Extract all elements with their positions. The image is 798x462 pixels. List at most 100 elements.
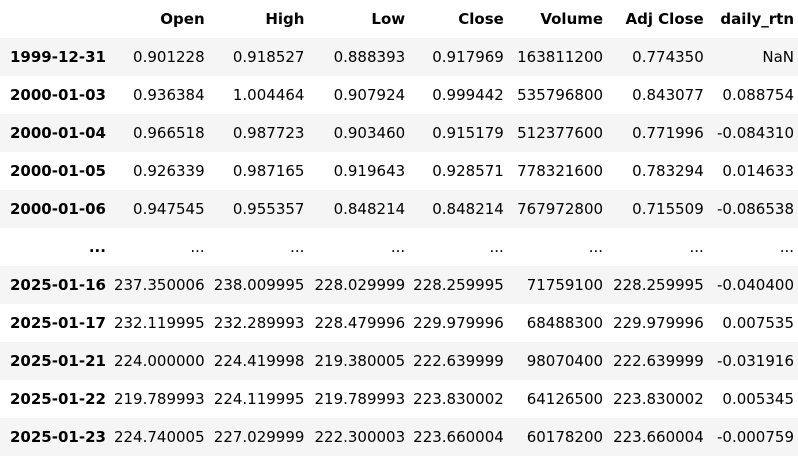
column-header-open: Open — [160, 10, 205, 28]
row-index: 2025-01-17 — [10, 314, 106, 332]
column-header-low: Low — [371, 10, 406, 28]
cell-adj-close: 0.771996 — [632, 124, 704, 142]
cell-volume: 98070400 — [526, 352, 604, 370]
cell-low: 222.300003 — [314, 428, 406, 446]
index-header — [0, 0, 110, 38]
cell-volume: 778321600 — [517, 162, 604, 180]
cell-high: 1.004464 — [232, 86, 305, 104]
cell-open: 0.901228 — [133, 48, 205, 66]
column-header-close: Close — [458, 10, 504, 28]
cell-close: 222.639999 — [413, 352, 504, 370]
cell-close: 0.999442 — [432, 86, 504, 104]
table-row: 2025-01-22 219.789993 224.119995 219.789… — [0, 380, 798, 418]
column-header-adj-close: Adj Close — [625, 10, 704, 28]
cell-high: 227.029999 — [213, 428, 305, 446]
cell-low: ... — [390, 238, 406, 256]
cell-high: 232.289993 — [213, 314, 305, 332]
row-index: 2025-01-16 — [10, 276, 106, 294]
table-row: 2025-01-17 232.119995 232.289993 228.479… — [0, 304, 798, 342]
cell-daily-rtn: -0.084310 — [717, 124, 794, 142]
cell-daily-rtn: -0.040400 — [717, 276, 794, 294]
cell-low: 228.029999 — [314, 276, 406, 294]
column-header-high: High — [265, 10, 305, 28]
cell-daily-rtn: -0.031916 — [717, 352, 794, 370]
cell-low: 0.903460 — [333, 124, 406, 142]
cell-volume: 163811200 — [517, 48, 604, 66]
row-index: 1999-12-31 — [10, 48, 106, 66]
cell-low: 0.919643 — [333, 162, 406, 180]
cell-volume: 64126500 — [526, 390, 604, 408]
cell-adj-close: 223.830002 — [613, 390, 704, 408]
cell-open: 0.966518 — [133, 124, 205, 142]
cell-close: 223.660004 — [413, 428, 504, 446]
cell-low: 219.380005 — [314, 352, 406, 370]
cell-low: 0.848214 — [333, 200, 406, 218]
table-row: 2025-01-16 237.350006 238.009995 228.029… — [0, 266, 798, 304]
cell-close: 228.259995 — [413, 276, 504, 294]
cell-open: 0.947545 — [133, 200, 205, 218]
cell-close: 0.917969 — [432, 48, 504, 66]
cell-close: 0.848214 — [432, 200, 504, 218]
cell-high: 224.119995 — [213, 390, 305, 408]
cell-volume: 60178200 — [526, 428, 604, 446]
table-row: 2000-01-05 0.926339 0.987165 0.919643 0.… — [0, 152, 798, 190]
cell-open: 232.119995 — [113, 314, 205, 332]
cell-volume: 767972800 — [517, 200, 604, 218]
table-row: 2000-01-03 0.936384 1.004464 0.907924 0.… — [0, 76, 798, 114]
header-row: Open High Low Close Volume Adj Close dai… — [0, 0, 798, 38]
cell-open: 0.936384 — [133, 86, 205, 104]
cell-adj-close: 228.259995 — [613, 276, 704, 294]
dataframe-table: Open High Low Close Volume Adj Close dai… — [0, 0, 798, 456]
column-header-daily-rtn: daily_rtn — [720, 10, 794, 28]
cell-volume: 68488300 — [526, 314, 604, 332]
cell-close: 0.928571 — [432, 162, 504, 180]
row-index: 2000-01-04 — [10, 124, 106, 142]
table-row: 1999-12-31 0.901228 0.918527 0.888393 0.… — [0, 38, 798, 76]
row-index: 2025-01-21 — [10, 352, 106, 370]
cell-low: 0.907924 — [333, 86, 406, 104]
cell-high: 224.419998 — [213, 352, 305, 370]
cell-close: ... — [489, 238, 504, 256]
cell-adj-close: 0.774350 — [632, 48, 704, 66]
cell-open: 237.350006 — [113, 276, 205, 294]
cell-high: 0.955357 — [232, 200, 305, 218]
table-row: 2000-01-06 0.947545 0.955357 0.848214 0.… — [0, 190, 798, 228]
row-index: 2000-01-06 — [10, 200, 106, 218]
cell-daily-rtn: NaN — [762, 48, 794, 66]
cell-adj-close: 0.843077 — [632, 86, 704, 104]
cell-adj-close: 222.639999 — [613, 352, 704, 370]
table-header: Open High Low Close Volume Adj Close dai… — [0, 0, 798, 38]
row-index: 2000-01-05 — [10, 162, 106, 180]
cell-low: 228.479996 — [314, 314, 406, 332]
row-index: ... — [88, 238, 106, 256]
row-index: 2025-01-23 — [10, 428, 106, 446]
cell-high: 0.987165 — [232, 162, 305, 180]
cell-high: 0.918527 — [232, 48, 305, 66]
cell-open: 224.740005 — [113, 428, 205, 446]
cell-open: 0.926339 — [133, 162, 205, 180]
cell-high: 238.009995 — [213, 276, 305, 294]
table-row: 2025-01-21 224.000000 224.419998 219.380… — [0, 342, 798, 380]
cell-daily-rtn: -0.000759 — [717, 428, 794, 446]
cell-open: ... — [190, 238, 205, 256]
cell-close: 223.830002 — [413, 390, 504, 408]
cell-daily-rtn: 0.014633 — [722, 162, 794, 180]
table-row: 2000-01-04 0.966518 0.987723 0.903460 0.… — [0, 114, 798, 152]
cell-volume: 512377600 — [517, 124, 604, 142]
cell-adj-close: 0.715509 — [632, 200, 704, 218]
row-index: 2025-01-22 — [10, 390, 106, 408]
cell-low: 219.789993 — [314, 390, 406, 408]
cell-daily-rtn: 0.007535 — [722, 314, 794, 332]
cell-volume: 71759100 — [526, 276, 604, 294]
cell-high: 0.987723 — [232, 124, 305, 142]
cell-adj-close: 223.660004 — [613, 428, 704, 446]
cell-open: 219.789993 — [113, 390, 205, 408]
cell-daily-rtn: -0.086538 — [717, 200, 794, 218]
cell-adj-close: 0.783294 — [632, 162, 704, 180]
cell-daily-rtn: 0.088754 — [722, 86, 794, 104]
row-index: 2000-01-03 — [10, 86, 106, 104]
cell-volume: 535796800 — [517, 86, 604, 104]
table-row-ellipsis: ... ... ... ... ... ... ... ... — [0, 228, 798, 266]
cell-close: 229.979996 — [413, 314, 504, 332]
cell-volume: ... — [588, 238, 604, 256]
